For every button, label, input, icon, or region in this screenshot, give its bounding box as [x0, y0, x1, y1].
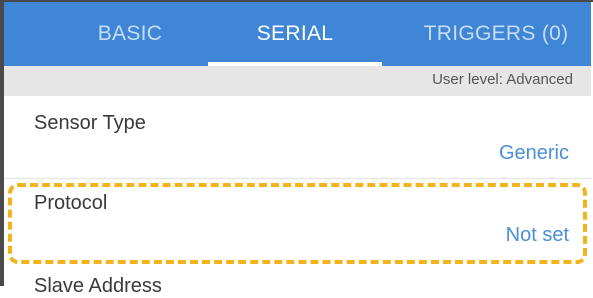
- slave-address-label: Slave Address: [34, 275, 162, 297]
- tab-serial[interactable]: SERIAL: [208, 2, 382, 66]
- setting-row-sensor-type[interactable]: Sensor Type Generic: [4, 96, 591, 179]
- user-level-bar: User level: Advanced: [4, 66, 591, 96]
- user-level-text: User level: Advanced: [432, 71, 573, 88]
- tab-triggers[interactable]: TRIGGERS (0): [406, 2, 586, 66]
- sensor-type-label: Sensor Type: [34, 112, 146, 134]
- setting-row-slave-address[interactable]: Slave Address: [4, 258, 591, 298]
- protocol-label: Protocol: [34, 192, 108, 214]
- setting-row-protocol[interactable]: Protocol Not set: [4, 178, 591, 258]
- sensor-type-value: Generic: [498, 142, 569, 164]
- tab-bar: BASIC SERIAL TRIGGERS (0): [4, 2, 591, 66]
- tab-basic[interactable]: BASIC: [60, 2, 200, 66]
- protocol-value: Not set: [505, 224, 569, 246]
